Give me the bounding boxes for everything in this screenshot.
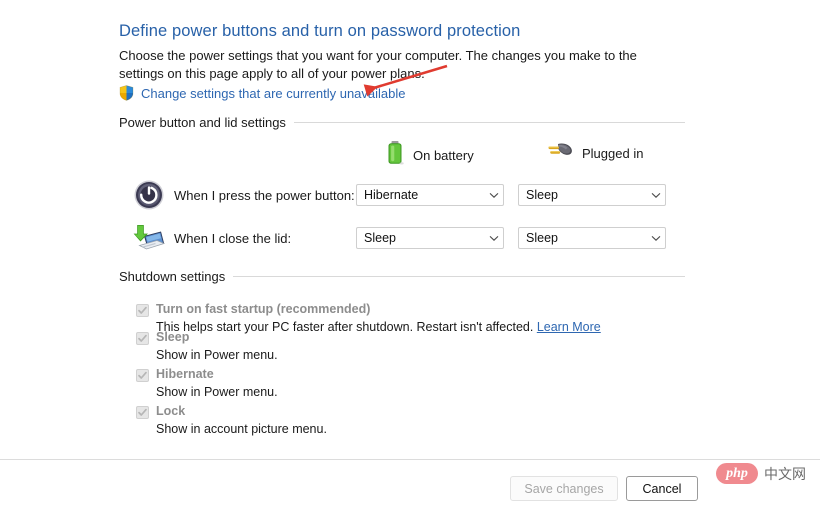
save-changes-button[interactable]: Save changes xyxy=(510,476,618,501)
power-button-plugged-in-select[interactable]: Sleep xyxy=(518,184,666,206)
section-header-shutdown: Shutdown settings xyxy=(119,269,685,284)
page-title: Define power buttons and turn on passwor… xyxy=(119,22,521,40)
checkbox-description: Show in Power menu. xyxy=(156,385,278,399)
checkbox-description: Show in Power menu. xyxy=(156,348,278,362)
column-header-plugged-in: Plugged in xyxy=(547,140,643,167)
laptop-lid-icon xyxy=(133,222,166,254)
checkbox-lock[interactable] xyxy=(136,406,149,419)
checkbox-item-lock: Lock Show in account picture menu. xyxy=(136,404,327,437)
section-divider xyxy=(233,276,685,277)
select-value: Hibernate xyxy=(364,188,419,202)
section-header-power-buttons: Power button and lid settings xyxy=(119,115,685,130)
checkbox-label: Hibernate xyxy=(156,367,214,381)
section-label: Power button and lid settings xyxy=(119,115,286,130)
setting-row-power-button: When I press the power button: Hibernate… xyxy=(133,179,678,211)
close-lid-on-battery-select[interactable]: Sleep xyxy=(356,227,504,249)
checkbox-label: Lock xyxy=(156,404,186,418)
checkbox-row[interactable]: Hibernate xyxy=(136,367,278,382)
checkbox-label: Sleep xyxy=(156,330,190,344)
power-options-page: Define power buttons and turn on passwor… xyxy=(0,0,820,508)
column-label: Plugged in xyxy=(582,146,644,161)
power-button-on-battery-select[interactable]: Hibernate xyxy=(356,184,504,206)
close-lid-plugged-in-select[interactable]: Sleep xyxy=(518,227,666,249)
footer-divider xyxy=(0,459,820,460)
watermark-text: 中文网 xyxy=(764,465,806,482)
checkbox-row[interactable]: Lock xyxy=(136,404,327,419)
select-value: Sleep xyxy=(364,231,396,245)
watermark: php 中文网 xyxy=(716,463,806,484)
chevron-down-icon xyxy=(647,235,665,242)
checkbox-label: Turn on fast startup (recommended) xyxy=(156,302,371,316)
checkbox-item-sleep: Sleep Show in Power menu. xyxy=(136,330,278,363)
column-label: On battery xyxy=(413,148,474,163)
section-divider xyxy=(293,122,685,123)
power-button-icon xyxy=(133,179,165,211)
checkbox-row[interactable]: Sleep xyxy=(136,330,278,345)
setting-label: When I close the lid: xyxy=(174,230,292,246)
battery-icon xyxy=(386,140,404,171)
checkbox-hibernate[interactable] xyxy=(136,369,149,382)
select-value: Sleep xyxy=(526,188,558,202)
change-settings-link-row[interactable]: Change settings that are currently unava… xyxy=(119,85,406,101)
power-plug-icon xyxy=(547,140,573,167)
watermark-badge: php xyxy=(716,463,758,484)
checkbox-item-hibernate: Hibernate Show in Power menu. xyxy=(136,367,278,400)
change-settings-link-label[interactable]: Change settings that are currently unava… xyxy=(141,86,406,101)
chevron-down-icon xyxy=(485,235,503,242)
chevron-down-icon xyxy=(485,192,503,199)
setting-label: When I press the power button: xyxy=(174,187,355,203)
chevron-down-icon xyxy=(647,192,665,199)
section-label: Shutdown settings xyxy=(119,269,226,284)
checkbox-description: Show in account picture menu. xyxy=(156,422,327,436)
shield-icon xyxy=(119,85,134,101)
learn-more-link[interactable]: Learn More xyxy=(537,320,601,334)
select-value: Sleep xyxy=(526,231,558,245)
setting-row-close-lid: When I close the lid: Sleep Sleep xyxy=(133,222,678,254)
checkbox-fast-startup[interactable] xyxy=(136,304,149,317)
page-description: Choose the power settings that you want … xyxy=(119,48,637,81)
column-header-on-battery: On battery xyxy=(386,140,474,171)
checkbox-row[interactable]: Turn on fast startup (recommended) xyxy=(136,302,601,317)
checkbox-sleep[interactable] xyxy=(136,332,149,345)
cancel-button[interactable]: Cancel xyxy=(626,476,698,501)
